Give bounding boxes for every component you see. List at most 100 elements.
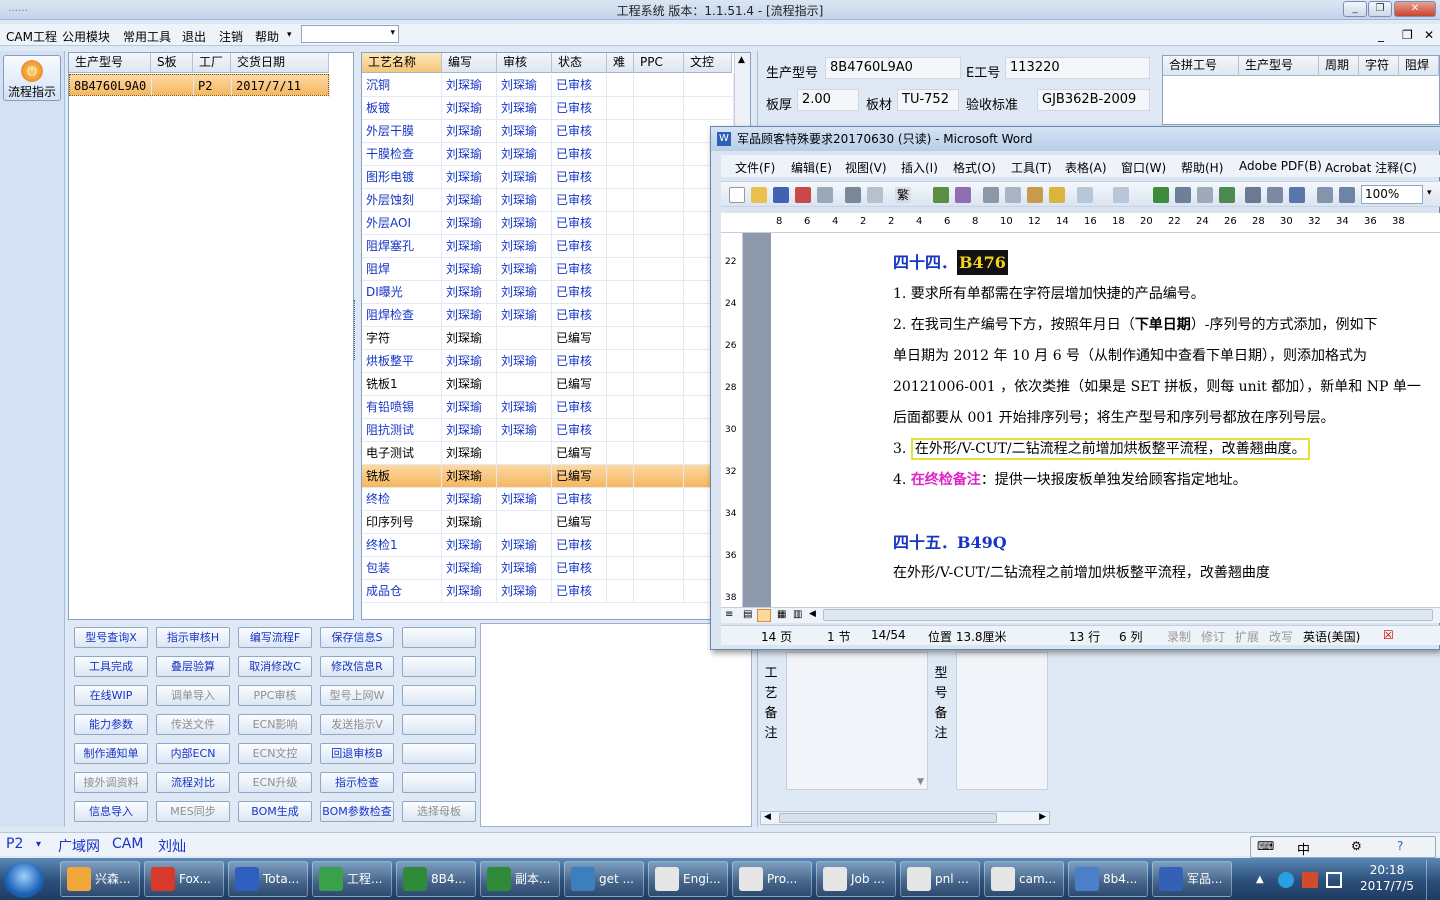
col-header-merge-no[interactable]: 合拼工号 (1163, 56, 1239, 76)
function-button[interactable] (402, 627, 476, 648)
col-header-date[interactable]: 交货日期 (231, 53, 329, 73)
insert-table-icon[interactable] (1197, 187, 1213, 203)
col-header-s[interactable]: S板 (151, 53, 193, 73)
col-header-mask[interactable]: 阻焊 (1399, 56, 1439, 76)
function-button[interactable] (402, 685, 476, 706)
reading-view-icon[interactable]: ▥ (793, 609, 802, 620)
process-notes-field[interactable]: ▼ (786, 652, 928, 790)
taskbar-item[interactable]: get ... (564, 861, 644, 897)
drawing-icon[interactable] (1267, 187, 1283, 203)
print-preview-icon[interactable] (867, 187, 883, 203)
outline-view-icon[interactable]: ▦ (777, 609, 786, 620)
email-icon[interactable] (817, 187, 833, 203)
open-icon[interactable] (751, 187, 767, 203)
word-window[interactable]: W 军品顾客特殊要求20170630 (只读) - Microsoft Word… (710, 126, 1440, 650)
mdi-restore-button[interactable]: ❐ (1402, 28, 1413, 42)
menu-logout[interactable]: 注销 (219, 28, 243, 45)
save-icon[interactable] (773, 187, 789, 203)
function-button[interactable]: 信息导入 (74, 801, 148, 822)
process-row[interactable]: 外层AOI 刘琛瑜 刘琛瑜 已审核 (362, 212, 734, 235)
paste-icon[interactable] (1027, 187, 1043, 203)
taskbar-item[interactable]: cam... (984, 861, 1064, 897)
taskbar-item[interactable]: 工程... (312, 861, 392, 897)
mdi-minimize-button[interactable]: _ (1378, 28, 1384, 42)
process-row[interactable]: 电子测试 刘琛瑜 已编写 (362, 442, 734, 465)
insert-excel-icon[interactable] (1219, 187, 1235, 203)
status-extend[interactable]: 扩展 (1235, 628, 1259, 645)
function-button[interactable]: PPC审核 (238, 685, 312, 706)
scroll-thumb[interactable] (779, 813, 997, 823)
taskbar-item[interactable]: Job ... (816, 861, 896, 897)
word-menu-item[interactable]: 插入(I) (901, 159, 938, 176)
function-button[interactable]: 发送指示V (320, 714, 394, 735)
keyboard-icon[interactable]: ⌨ (1257, 839, 1274, 853)
function-button[interactable]: 型号查询X (74, 627, 148, 648)
process-row[interactable]: 终检 刘琛瑜 刘琛瑜 已审核 (362, 488, 734, 511)
function-button[interactable]: 回退审核B (320, 743, 394, 764)
word-menu-item[interactable]: 编辑(E) (791, 159, 832, 176)
horizontal-scrollbar[interactable]: ◀ ▶ (760, 811, 1050, 825)
function-button[interactable]: 编写流程F (238, 627, 312, 648)
status-track[interactable]: 修订 (1201, 628, 1225, 645)
process-row[interactable]: 阻焊塞孔 刘琛瑜 刘琛瑜 已审核 (362, 235, 734, 258)
process-row[interactable]: 有铅喷锡 刘琛瑜 刘琛瑜 已审核 (362, 396, 734, 419)
scroll-left-icon[interactable]: ◀ (764, 812, 771, 822)
doc-map-icon[interactable] (1289, 187, 1305, 203)
menu-help[interactable]: 帮助 (255, 28, 279, 45)
process-row[interactable]: 铣板1 刘琛瑜 已编写 (362, 373, 734, 396)
tray-app-icon[interactable] (1278, 872, 1294, 888)
print-icon[interactable] (845, 187, 861, 203)
function-button[interactable]: 制作通知单 (74, 743, 148, 764)
spelling-icon[interactable] (933, 187, 949, 203)
order-row[interactable]: 8B4760L9A0 P2 2017/7/11 (69, 74, 330, 98)
function-button[interactable]: 取消修改C (238, 656, 312, 677)
word-menu-item[interactable]: 视图(V) (845, 159, 887, 176)
copy-icon[interactable] (1005, 187, 1021, 203)
material-field[interactable]: TU-752 (897, 89, 959, 111)
function-button[interactable]: 传送文件 (156, 714, 230, 735)
close-button[interactable]: ✕ (1394, 1, 1436, 17)
taskbar-item[interactable]: pnl ... (900, 861, 980, 897)
ime-settings-icon[interactable]: ⚙ (1351, 839, 1362, 853)
col-header-model[interactable]: 生产型号 (69, 53, 151, 73)
function-button[interactable]: 工具完成 (74, 656, 148, 677)
function-button[interactable] (402, 714, 476, 735)
start-button[interactable] (4, 862, 44, 898)
eno-field[interactable]: 113220 (1005, 57, 1150, 79)
process-row[interactable]: 阻焊检查 刘琛瑜 刘琛瑜 已审核 (362, 304, 734, 327)
status-record[interactable]: 录制 (1167, 628, 1191, 645)
function-button[interactable]: 保存信息S (320, 627, 394, 648)
hyperlink-icon[interactable] (1153, 187, 1169, 203)
process-row[interactable]: 图形电镀 刘琛瑜 刘琛瑜 已审核 (362, 166, 734, 189)
word-menu-item[interactable]: 格式(O) (953, 159, 996, 176)
word-menu-item[interactable]: Acrobat 注释(C) (1325, 159, 1417, 176)
web-view-icon[interactable]: ▤ (743, 609, 752, 620)
word-horizontal-scrollbar[interactable]: ≡ ▤ ▦ ▥ ◀ (721, 607, 1440, 623)
taskbar-item[interactable]: 兴森... (60, 861, 140, 897)
traditional-chinese-icon[interactable]: 繁 (895, 187, 911, 203)
new-doc-icon[interactable] (729, 187, 745, 203)
function-button[interactable]: 流程对比 (156, 772, 230, 793)
word-menu-item[interactable]: Adobe PDF(B) (1239, 159, 1322, 173)
function-button[interactable]: 能力参数 (74, 714, 148, 735)
columns-icon[interactable] (1245, 187, 1261, 203)
network-icon[interactable] (1326, 872, 1342, 888)
function-button[interactable]: 内部ECN (156, 743, 230, 764)
function-button[interactable]: BOM参数检查 (320, 801, 394, 822)
tables-borders-icon[interactable] (1175, 187, 1191, 203)
scroll-up-icon[interactable]: ▲ (738, 55, 745, 65)
col-header-merge-model[interactable]: 生产型号 (1239, 56, 1319, 76)
taskbar-item[interactable]: 副本... (480, 861, 560, 897)
function-button[interactable]: MES同步 (156, 801, 230, 822)
process-row[interactable]: 成品仓 刘琛瑜 刘琛瑜 已审核 (362, 580, 734, 603)
show-desktop-button[interactable] (1426, 860, 1440, 900)
flow-indicator-button[interactable]: ⏻ 流程指示 (3, 55, 61, 101)
mdi-close-button[interactable]: ✕ (1424, 28, 1434, 42)
process-row[interactable]: 板镀 刘琛瑜 刘琛瑜 已审核 (362, 97, 734, 120)
normal-view-icon[interactable]: ≡ (725, 609, 733, 620)
model-notes-field[interactable] (956, 652, 1048, 790)
word-menu-item[interactable]: 表格(A) (1065, 159, 1107, 176)
col-header-writer[interactable]: 编写 (442, 53, 497, 73)
splitter-handle[interactable] (354, 300, 359, 360)
taskbar-item[interactable]: Engi... (648, 861, 728, 897)
